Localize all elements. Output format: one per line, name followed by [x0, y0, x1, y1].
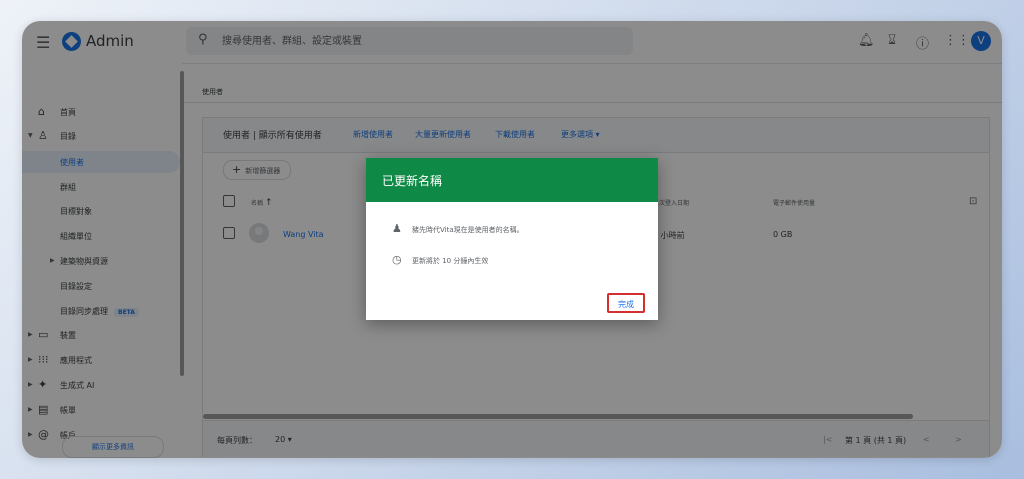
person-icon: ♟ [392, 222, 402, 235]
dialog-title: 已更新名稱 [382, 174, 443, 188]
dialog-message-text: 豬先時代Vita現在是使用者的名稱。 [412, 226, 524, 234]
admin-window: ☰ Admin ⚲ 🔔︎ ⌛︎ ⓘ ⋮⋮⋮ V ⌂ 首頁 ▼ ♙ 目錄 [22, 21, 1002, 458]
done-button[interactable]: 完成 [607, 293, 645, 313]
clock-icon: ◷ [392, 253, 402, 266]
name-updated-dialog: 已更新名稱 ♟ 豬先時代Vita現在是使用者的名稱。 ◷ 更新將於 10 分鐘內… [366, 158, 658, 320]
dialog-header: 已更新名稱 [366, 158, 658, 202]
dialog-message-text: 更新將於 10 分鐘內生效 [412, 257, 489, 265]
